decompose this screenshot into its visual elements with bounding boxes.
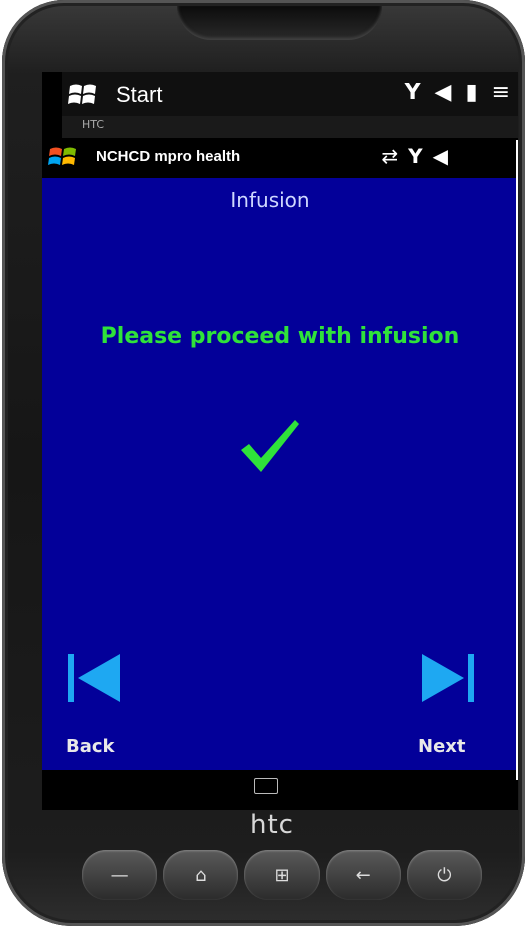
- back-icon[interactable]: [64, 648, 124, 708]
- battery-icon[interactable]: ▮: [465, 80, 477, 105]
- earpiece-speaker: [177, 6, 382, 40]
- page-title: Infusion: [230, 188, 310, 212]
- screen: Start 𝗬 ◀ ▮ ≡ HTC NCHCD mpro health ⇄ 𝗬: [42, 72, 518, 810]
- infusion-panel: Infusion Please proceed with infusion Ba…: [42, 178, 518, 770]
- screen-edge: [516, 140, 518, 780]
- htc-bar: HTC: [62, 116, 518, 138]
- sync-icon: ⇄: [381, 144, 399, 168]
- system-status-bar: Start 𝗬 ◀ ▮ ≡: [62, 72, 518, 116]
- signal-icon[interactable]: 𝗬: [405, 80, 421, 105]
- phone-device: Start 𝗬 ◀ ▮ ≡ HTC NCHCD mpro health ⇄ 𝗬: [2, 0, 525, 926]
- keyboard-icon[interactable]: [254, 778, 278, 794]
- brand-logo: htc: [250, 810, 294, 840]
- app-title: NCHCD mpro health: [96, 148, 241, 165]
- back-key[interactable]: ←: [325, 850, 401, 900]
- speaker-icon: ◀: [432, 144, 448, 168]
- app-title-bar: NCHCD mpro health ⇄ 𝗬 ◀: [42, 138, 518, 178]
- speaker-icon[interactable]: ◀: [435, 80, 452, 105]
- signal-icon: 𝗬: [408, 144, 423, 168]
- htc-label: HTC: [82, 118, 105, 131]
- next-button[interactable]: Next: [418, 736, 466, 757]
- start-label[interactable]: Start: [116, 82, 162, 108]
- windows-flag-icon: [48, 147, 76, 165]
- bottom-bar: [42, 770, 518, 810]
- checkmark-icon: [241, 420, 299, 472]
- home-key[interactable]: ⌂: [163, 850, 239, 900]
- back-button[interactable]: Back: [66, 736, 115, 757]
- next-icon[interactable]: [418, 648, 478, 708]
- end-call-key[interactable]: ⏻: [406, 850, 483, 900]
- instruction-message: Please proceed with infusion: [100, 324, 460, 349]
- windows-logo-icon[interactable]: [68, 80, 98, 108]
- hardware-keys: — ⌂ ⊞ ← ⏻: [82, 850, 483, 900]
- call-key[interactable]: —: [82, 850, 158, 900]
- windows-key[interactable]: ⊞: [244, 850, 320, 900]
- menu-icon[interactable]: ≡: [492, 80, 510, 105]
